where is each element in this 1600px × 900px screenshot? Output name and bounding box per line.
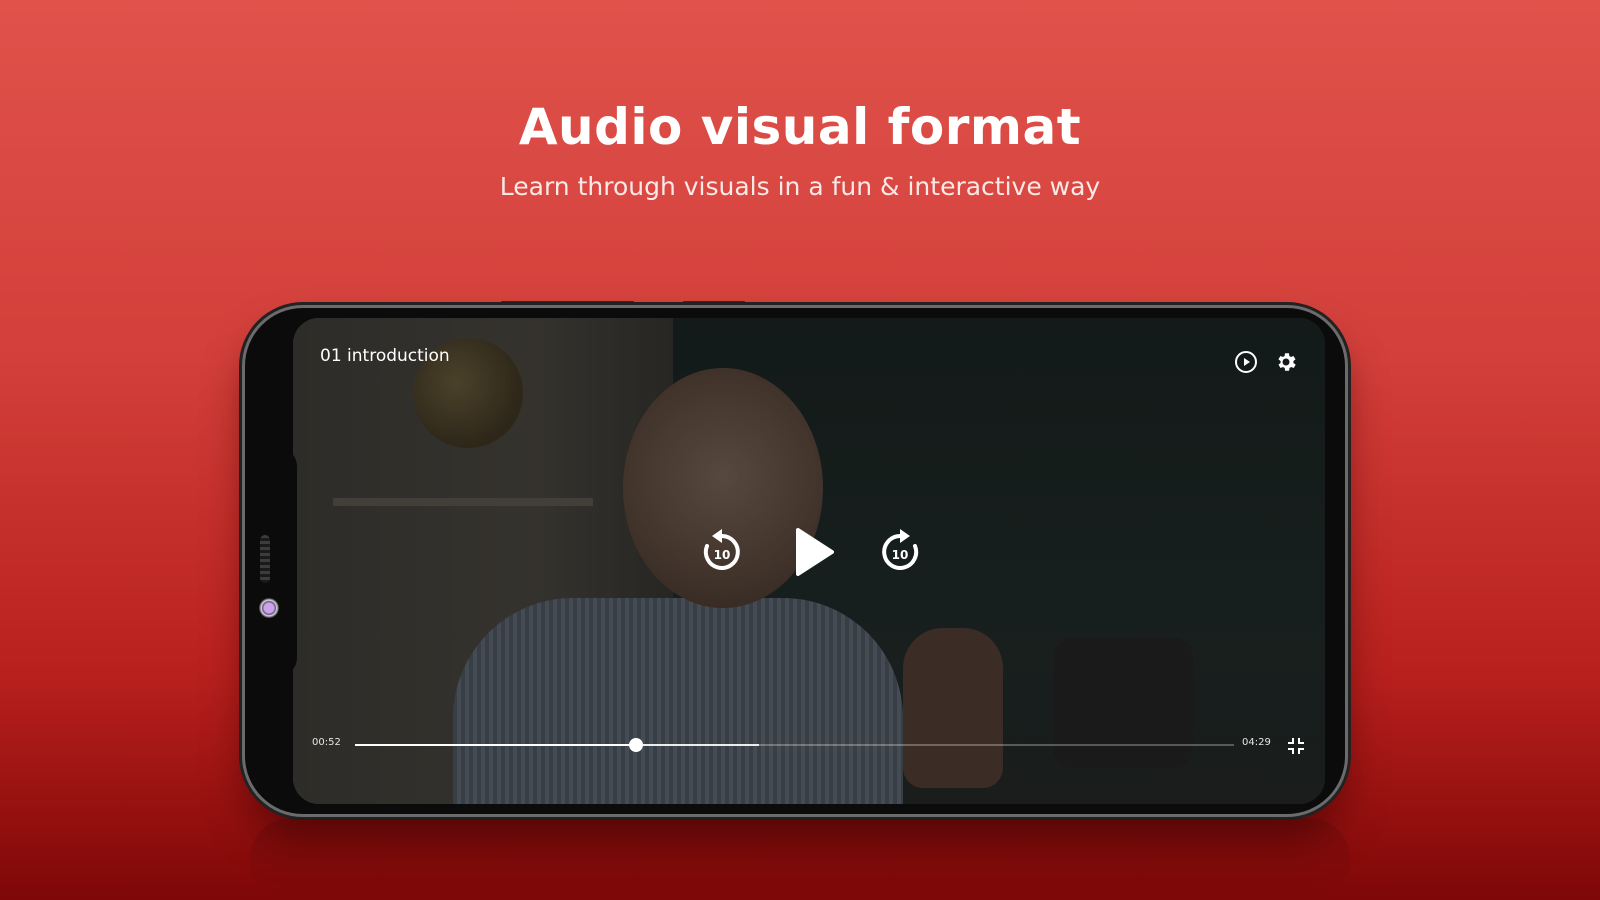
- phone-volume-button: [500, 301, 635, 306]
- fullscreen-exit-button[interactable]: [1286, 736, 1306, 760]
- phone-front-camera: [259, 598, 279, 618]
- phone-power-button: [682, 301, 746, 306]
- settings-button[interactable]: [1274, 350, 1298, 378]
- total-time: 04:29: [1242, 737, 1271, 748]
- fullscreen-exit-icon: [1288, 738, 1304, 754]
- autoplay-button[interactable]: [1234, 350, 1258, 378]
- forward-seconds-label: 10: [892, 548, 909, 562]
- phone-speaker: [260, 535, 270, 583]
- rewind-10-icon: 10: [703, 529, 740, 570]
- seek-bar-played: [355, 744, 637, 746]
- rewind-button[interactable]: 10: [698, 526, 746, 578]
- phone-reflection: [250, 818, 1350, 900]
- forward-button[interactable]: 10: [876, 526, 924, 578]
- play-icon: [796, 528, 834, 576]
- subheadline: Learn through visuals in a fun & interac…: [499, 172, 1101, 201]
- current-time: 00:52: [312, 737, 341, 748]
- seek-bar[interactable]: [355, 738, 1234, 752]
- play-button[interactable]: [792, 526, 838, 582]
- headline: Audio visual format: [518, 98, 1082, 156]
- forward-10-icon: 10: [882, 529, 919, 570]
- rewind-seconds-label: 10: [714, 548, 731, 562]
- gear-icon: [1278, 353, 1296, 371]
- video-title: 01 introduction: [320, 346, 450, 366]
- play-circle-icon: [1235, 351, 1257, 373]
